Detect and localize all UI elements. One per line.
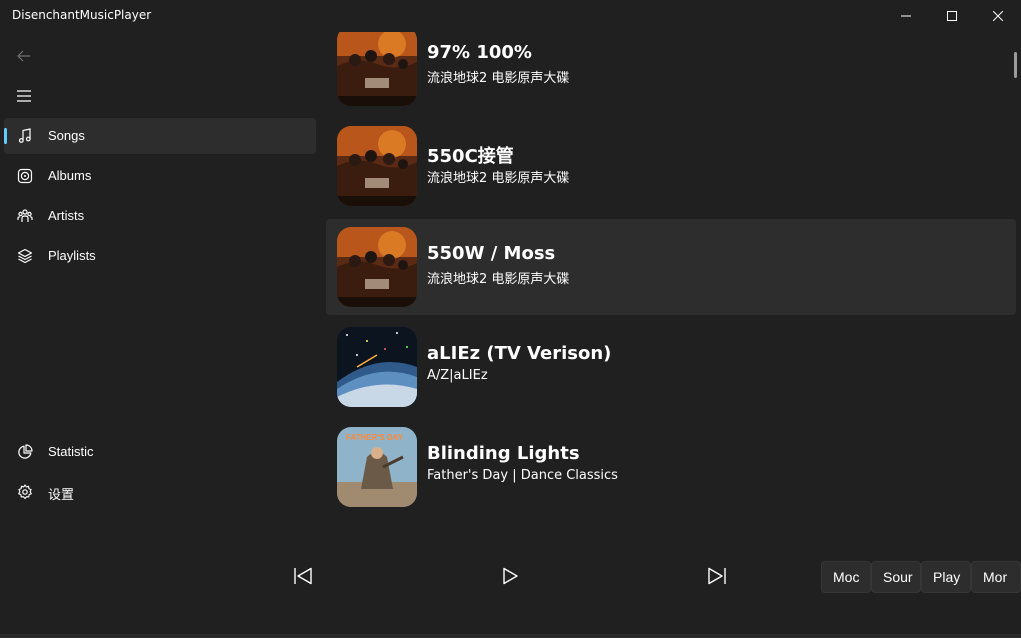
- nav-item-artists[interactable]: Artists: [4, 198, 316, 234]
- song-album: Father's Day | Dance Classics: [427, 468, 618, 483]
- app-title: DisenchantMusicPlayer: [12, 8, 152, 22]
- nav-item-label: Statistic: [48, 444, 94, 459]
- cover-text: FATHER'S DAY: [346, 433, 404, 442]
- nav-item-songs[interactable]: Songs: [4, 118, 316, 154]
- layers-icon: [16, 247, 34, 265]
- maximize-button[interactable]: [929, 0, 975, 32]
- nav-item-playlists[interactable]: Playlists: [4, 238, 316, 274]
- nav-item-albums[interactable]: Albums: [4, 158, 316, 194]
- song-title: 550C接管: [427, 146, 514, 167]
- close-button[interactable]: [975, 0, 1021, 32]
- minimize-icon: [901, 15, 911, 17]
- song-list-item[interactable]: 97% 100% 流浪地球2 电影原声大碟: [326, 32, 1016, 114]
- skip-next-icon: [708, 567, 726, 585]
- play-button[interactable]: [493, 559, 527, 593]
- song-title: aLIEz (TV Verison): [427, 343, 612, 364]
- mode-button[interactable]: Moc: [821, 561, 871, 593]
- close-icon: [993, 11, 1003, 21]
- album-cover: [337, 327, 417, 407]
- song-album: 流浪地球2 电影原声大碟: [427, 171, 570, 186]
- nav-item-label: Songs: [48, 128, 85, 143]
- song-title: 550W / Moss: [427, 243, 556, 264]
- nav-item-label: 设置: [48, 487, 75, 502]
- song-album: A/Z|aLIEz: [427, 368, 488, 383]
- nav-item-settings[interactable]: 设置: [4, 474, 316, 510]
- minimize-button[interactable]: [883, 0, 929, 32]
- play-icon: [503, 567, 518, 585]
- title-bar: DisenchantMusicPlayer: [0, 0, 1021, 32]
- song-list: 97% 100% 流浪地球2 电影原声大碟 550C接管 流浪地球2 电影原声大…: [324, 32, 1021, 530]
- hamburger-menu-icon: [17, 90, 31, 102]
- nav-item-label: Albums: [48, 168, 92, 183]
- song-title: 97% 100%: [427, 42, 532, 63]
- album-disc-icon: [16, 167, 34, 185]
- back-arrow-icon: [17, 50, 30, 62]
- back-button[interactable]: [10, 44, 38, 68]
- bottom-border: [0, 634, 1021, 638]
- scrollbar-thumb[interactable]: [1014, 52, 1017, 78]
- previous-button[interactable]: [286, 559, 320, 593]
- nav-item-statistic[interactable]: Statistic: [4, 434, 316, 470]
- album-cover: [337, 126, 417, 206]
- song-title: Blinding Lights: [427, 443, 580, 464]
- next-button[interactable]: [700, 559, 734, 593]
- navigation-pane: Songs Albums Artists Playlists Statistic…: [0, 32, 324, 638]
- album-cover: FATHER'S DAY: [337, 427, 417, 507]
- album-cover: [337, 227, 417, 307]
- menu-toggle-button[interactable]: [10, 84, 38, 108]
- song-list-item[interactable]: 550W / Moss 流浪地球2 电影原声大碟: [326, 219, 1016, 315]
- music-note-icon: [16, 127, 34, 145]
- pie-chart-icon: [16, 443, 34, 461]
- more-button[interactable]: Mor: [971, 561, 1021, 593]
- source-button[interactable]: Sour: [871, 561, 921, 593]
- maximize-icon: [947, 11, 957, 21]
- album-cover: [337, 32, 417, 106]
- skip-previous-icon: [294, 567, 312, 585]
- nav-item-label: Artists: [48, 208, 85, 223]
- selection-indicator: [4, 128, 7, 144]
- song-list-item[interactable]: FATHER'S DAY Blinding Lights Father's Da…: [326, 419, 1016, 515]
- song-album: 流浪地球2 电影原声大碟: [427, 71, 570, 86]
- nav-item-label: Playlists: [48, 248, 96, 263]
- people-icon: [16, 207, 34, 225]
- playlist-button[interactable]: Play: [921, 561, 971, 593]
- song-list-item[interactable]: aLIEz (TV Verison) A/Z|aLIEz: [326, 319, 1016, 415]
- gear-icon: [16, 483, 34, 501]
- song-list-item[interactable]: 550C接管 流浪地球2 电影原声大碟: [326, 118, 1016, 214]
- song-album: 流浪地球2 电影原声大碟: [427, 272, 570, 287]
